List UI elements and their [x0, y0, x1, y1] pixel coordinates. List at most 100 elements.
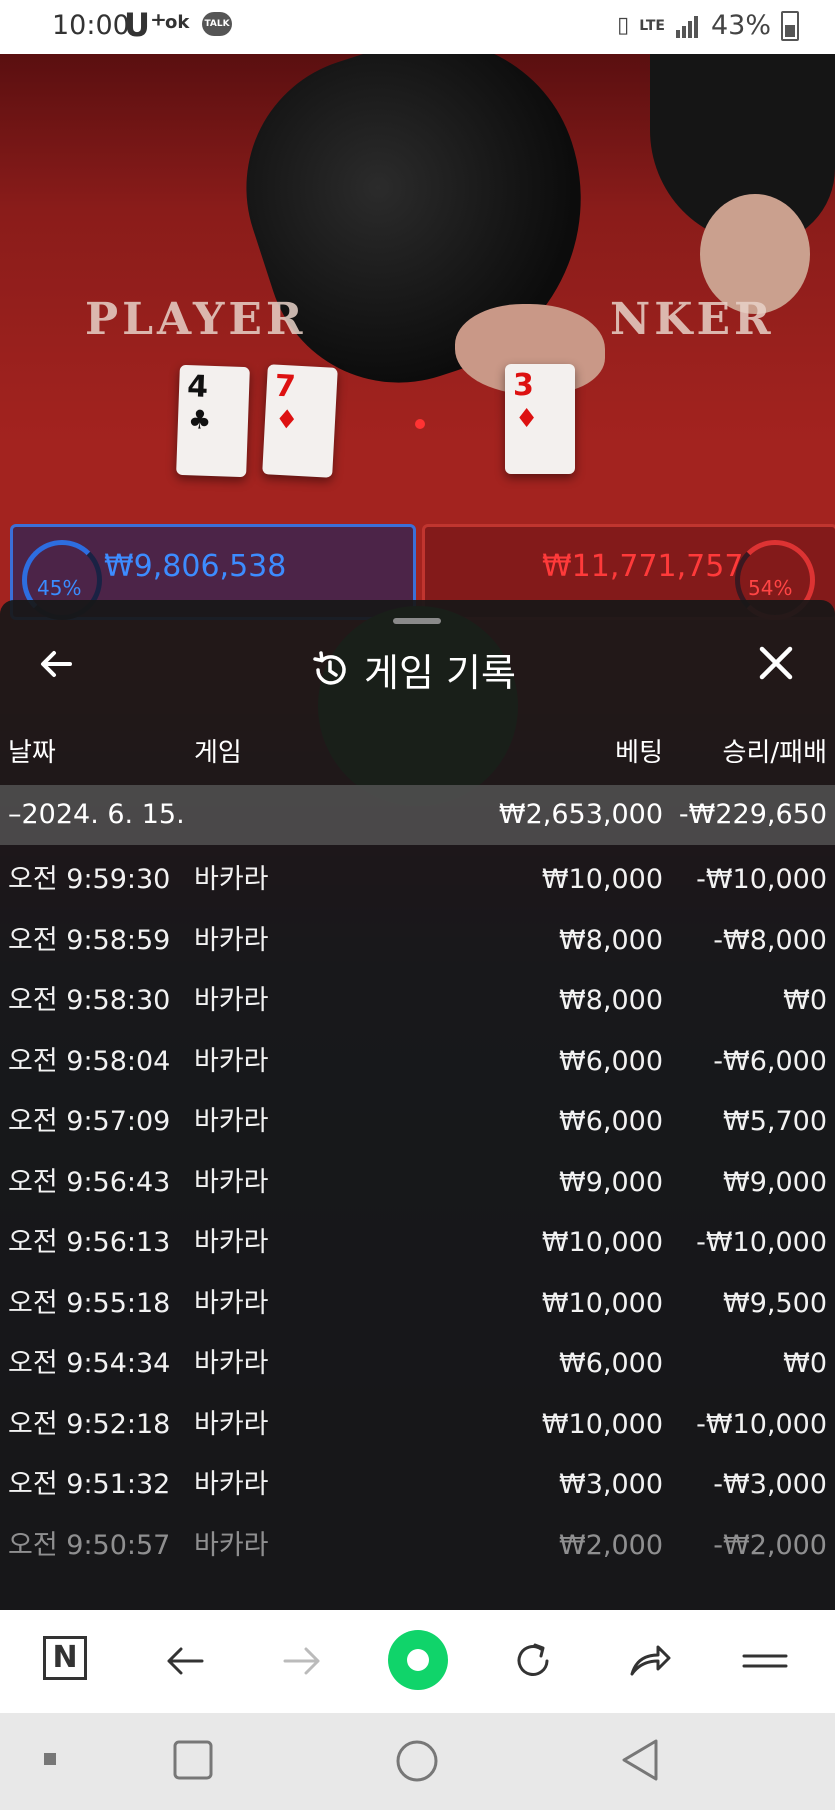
- row-win-loss: -₩3,000: [713, 1469, 827, 1500]
- banker-card-1: 3 ♦: [505, 364, 575, 474]
- row-time: 오전 9:56:43: [8, 1166, 171, 1198]
- share-button[interactable]: [624, 1636, 674, 1686]
- row-bet: ₩10,000: [541, 864, 663, 895]
- naver-n-icon[interactable]: N: [43, 1636, 87, 1680]
- row-win-loss: -₩6,000: [713, 1045, 827, 1077]
- card-suit: ♦: [515, 404, 539, 434]
- table-marker: [415, 419, 425, 429]
- row-win-loss: -₩8,000: [713, 924, 827, 956]
- share-icon: [630, 1645, 671, 1676]
- table-row[interactable]: 오전 9:56:13 바카라 ₩10,000 -₩10,000: [0, 1213, 835, 1273]
- dot-icon[interactable]: [40, 1749, 60, 1769]
- row-game: 바카라: [194, 1348, 269, 1379]
- table-row[interactable]: 오전 9:59:30 바카라 ₩10,000 -₩10,000: [0, 850, 835, 910]
- row-game: 바카라: [194, 1227, 269, 1258]
- table-row[interactable]: 오전 9:55:18 바카라 ₩10,000 ₩9,500: [0, 1274, 835, 1334]
- back-arrow-icon: [41, 651, 72, 677]
- column-header-win-loss: 승리/패배: [722, 738, 827, 768]
- back-nav-button[interactable]: [160, 1636, 210, 1686]
- row-game: 바카라: [194, 1469, 269, 1500]
- row-game: 바카라: [194, 1106, 269, 1137]
- battery-icon: [781, 10, 799, 41]
- status-icons: ▯ LTE 43%: [617, 10, 799, 41]
- row-win-loss: -₩10,000: [696, 1227, 827, 1258]
- row-bet: ₩6,000: [559, 1106, 663, 1137]
- table-row[interactable]: 오전 9:58:59 바카라 ₩8,000 -₩8,000: [0, 911, 835, 971]
- home-icon[interactable]: [395, 1739, 439, 1783]
- card-rank: 7: [273, 368, 297, 405]
- menu-icon: [742, 1654, 788, 1668]
- forward-nav-button[interactable]: [277, 1636, 327, 1686]
- row-time: 오전 9:50:57: [8, 1529, 171, 1561]
- summary-bet: ₩2,653,000: [498, 799, 663, 830]
- row-win-loss: ₩0: [783, 985, 827, 1016]
- table-row[interactable]: 오전 9:57:09 바카라 ₩6,000 ₩5,700: [0, 1092, 835, 1152]
- row-game: 바카라: [194, 864, 269, 895]
- row-bet: ₩10,000: [541, 1227, 663, 1258]
- green-home-icon[interactable]: [388, 1630, 448, 1690]
- row-bet: ₩10,000: [541, 1408, 663, 1440]
- signal-icon: [675, 15, 698, 38]
- row-win-loss: -₩10,000: [696, 1408, 827, 1440]
- table-row[interactable]: 오전 9:50:57 바카라 ₩2,000 -₩2,000: [0, 1516, 835, 1576]
- row-win-loss: ₩0: [783, 1348, 827, 1379]
- back-arrow-icon: [167, 1647, 204, 1675]
- table-row[interactable]: 오전 9:54:34 바카라 ₩6,000 ₩0: [0, 1334, 835, 1394]
- table-row[interactable]: 오전 9:51:32 바카라 ₩3,000 -₩3,000: [0, 1455, 835, 1515]
- close-button[interactable]: [754, 644, 798, 688]
- back-button[interactable]: [36, 644, 86, 688]
- drag-handle[interactable]: [393, 618, 441, 624]
- row-win-loss: ₩5,700: [723, 1106, 827, 1137]
- refresh-button[interactable]: [508, 1636, 558, 1686]
- close-icon: [759, 646, 793, 680]
- browser-toolbar: N: [0, 1610, 835, 1713]
- row-bet: ₩10,000: [541, 1287, 663, 1319]
- card-suit: ♦: [274, 404, 300, 436]
- row-game: 바카라: [194, 1166, 269, 1198]
- banker-label: NKER: [610, 294, 775, 345]
- row-game: 바카라: [194, 1287, 269, 1319]
- summary-win-loss: -₩229,650: [678, 799, 827, 830]
- forward-arrow-icon: [283, 1647, 320, 1675]
- column-header-bet: 베팅: [615, 738, 663, 768]
- table-row[interactable]: 오전 9:52:18 바카라 ₩10,000 -₩10,000: [0, 1395, 835, 1455]
- menu-button[interactable]: [740, 1636, 790, 1686]
- player-card-2: 7 ♦: [262, 364, 338, 478]
- row-game: 바카라: [194, 1529, 269, 1561]
- row-time: 오전 9:54:34: [8, 1348, 171, 1379]
- date-summary-row[interactable]: –2024. 6. 15. ₩2,653,000 -₩229,650: [0, 785, 835, 845]
- row-bet: ₩6,000: [559, 1045, 663, 1077]
- system-back-icon[interactable]: [618, 1737, 662, 1783]
- system-nav-bar: [0, 1713, 835, 1810]
- column-header-game: 게임: [194, 738, 242, 768]
- status-bar: 10:00 U⁺ ok TALK ▯ LTE 43%: [0, 0, 835, 54]
- row-time: 오전 9:52:18: [8, 1408, 171, 1440]
- table-row[interactable]: 오전 9:58:04 바카라 ₩6,000 -₩6,000: [0, 1032, 835, 1092]
- history-icon: [310, 650, 350, 690]
- banker-percent: 54%: [748, 576, 793, 600]
- table-row[interactable]: 오전 9:58:30 바카라 ₩8,000 ₩0: [0, 971, 835, 1031]
- table-row[interactable]: 오전 9:56:43 바카라 ₩9,000 ₩9,000: [0, 1153, 835, 1213]
- column-header-date: 날짜: [8, 738, 56, 768]
- summary-date: –2024. 6. 15.: [8, 799, 185, 830]
- row-bet: ₩2,000: [559, 1529, 663, 1561]
- card-rank: 3: [513, 368, 534, 403]
- row-bet: ₩8,000: [559, 985, 663, 1016]
- row-bet: ₩6,000: [559, 1348, 663, 1379]
- card-rank: 4: [186, 369, 209, 405]
- recent-apps-icon[interactable]: [172, 1739, 214, 1781]
- row-time: 오전 9:59:30: [8, 864, 171, 895]
- row-win-loss: -₩10,000: [696, 864, 827, 895]
- banker-total-bet: ₩11,771,757: [542, 549, 744, 584]
- game-history-sheet: 게임 기록 날짜 게임 베팅 승리/패배 –2024. 6. 15. ₩2,65…: [0, 600, 835, 1610]
- card-suit: ♣: [187, 405, 212, 436]
- row-game: 바카라: [194, 1408, 269, 1440]
- row-bet: ₩3,000: [559, 1469, 663, 1500]
- row-time: 오전 9:57:09: [8, 1106, 171, 1137]
- player-card-1: 4 ♣: [176, 364, 250, 478]
- row-time: 오전 9:56:13: [8, 1227, 171, 1258]
- row-time: 오전 9:58:30: [8, 985, 171, 1016]
- sheet-title: 게임 기록: [310, 642, 516, 697]
- row-time: 오전 9:58:04: [8, 1045, 171, 1077]
- player-label: PLAYER: [85, 294, 307, 345]
